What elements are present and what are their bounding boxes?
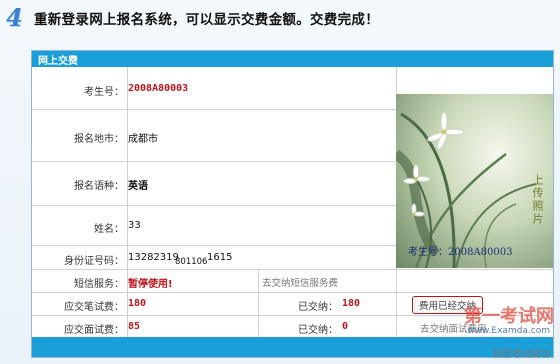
step-number: 4 [6,3,23,32]
label-column-divider [127,67,128,338]
city-value: 成都市 [128,134,158,145]
written-fee-value: 180 [128,298,147,309]
panel-header: 网上交费 [32,51,553,67]
payment-panel: 网上交费 考生号： 2008A80003 报名地市： 成都市 报名语种： 英语 … [31,50,554,358]
panel-title: 网上交费 [38,55,78,67]
photo-motto: 上传照片 [531,174,544,226]
exam-number-label: 考生号： [84,87,124,98]
row-sms: 短信服务： 暂停使用! 去交纳短信服务费 [32,270,553,293]
oral-fee-value: 85 [128,321,141,332]
name-value: 33 [128,220,141,231]
id-part3: 1615 [207,252,233,263]
written-fee-label: 应交笔试费： [64,302,124,313]
fee-column-divider-right [396,293,397,338]
written-paid-label: 已交纳： [298,302,338,313]
panel-footer [32,337,553,357]
city-label: 报名地市： [74,134,124,145]
candidate-photo: 上传照片 考生号：2008A80003 [396,94,553,268]
step-header: 4 重新登录网上报名系统，可以显示交费金额。交费完成！ [6,4,554,32]
fee-column-divider [258,270,259,338]
id-label: 身份证号码： [64,256,124,267]
sms-pay-link[interactable]: 去交纳短信服务费 [262,275,338,289]
step-title: 重新登录网上报名系统，可以显示交费金额。交费完成！ [34,12,379,28]
fee-paid-button[interactable]: 费用已经交纳 [412,296,484,314]
name-label: 姓名： [94,224,124,235]
oral-paid-label: 已交纳： [298,325,338,336]
exam-number-value: 2008A80003 [128,83,189,94]
photo-caption: 考生号：2008A80003 [408,247,513,258]
language-value: 英语 [128,181,148,192]
oral-fee-label: 应交面试费： [64,325,124,336]
sms-label: 短信服务： [74,279,124,290]
id-part2: 801106 [175,257,208,267]
language-label: 报名语种： [74,181,124,192]
id-part1: 13282319 [128,252,179,263]
written-paid-value: 180 [342,298,361,309]
row-oral-fee: 应交面试费： 85 已交纳： 0 去交纳面试费用 [32,316,553,338]
row-written-fee: 应交笔试费： 180 已交纳： 180 费用已经交纳 [32,293,553,316]
oral-paid-value: 0 [342,321,349,332]
sms-status: 暂停使用! [128,279,173,290]
oral-pay-link[interactable]: 去交纳面试费用 [420,321,487,335]
